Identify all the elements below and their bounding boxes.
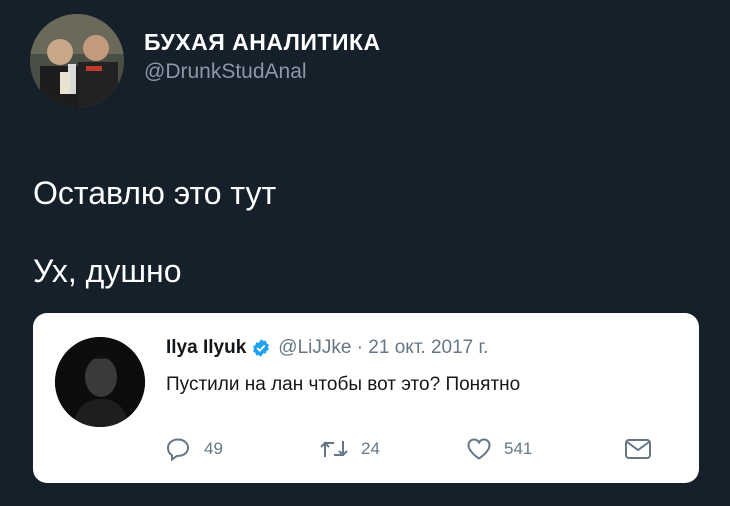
author-handle[interactable]: @DrunkStudAnal (144, 60, 381, 84)
author-avatar[interactable] (30, 14, 124, 108)
like-button[interactable]: 541 (466, 437, 532, 461)
quoted-tweet-actions: 49 24 541 (166, 437, 666, 465)
quoted-tweet-text: Пустили на лан чтобы вот это? Понятно (166, 374, 521, 395)
reply-count: 49 (204, 439, 223, 458)
author-display-name[interactable]: БУХАЯ АНАЛИТИКА (144, 29, 381, 56)
like-count: 541 (504, 439, 533, 458)
quoted-tweet-card[interactable]: Ilya Ilyuk @LiJJke · 21 окт. 2017 г. Пус… (33, 313, 699, 483)
retweet-count: 24 (361, 439, 380, 458)
verified-icon (253, 339, 270, 357)
message-icon (625, 439, 651, 459)
tweet-text-line-2: Ух, душно (33, 253, 182, 289)
retweet-icon (320, 441, 348, 457)
quoted-tweet-meta[interactable]: @LiJJke · 21 окт. 2017 г. (278, 337, 488, 359)
tweet-header: БУХАЯ АНАЛИТИКА @DrunkStudAnal (30, 14, 381, 108)
reply-icon (166, 438, 190, 461)
retweet-button[interactable]: 24 (319, 437, 380, 461)
tweet-text-line-1: Оставлю это тут (33, 175, 277, 211)
message-button[interactable] (624, 437, 664, 461)
quoted-author-avatar[interactable] (55, 337, 145, 427)
reply-button[interactable]: 49 (166, 437, 223, 461)
quoted-author-name[interactable]: Ilya Ilyuk (166, 337, 246, 359)
quoted-tweet-header: Ilya Ilyuk @LiJJke · 21 окт. 2017 г. (166, 337, 488, 359)
like-icon (467, 438, 491, 460)
